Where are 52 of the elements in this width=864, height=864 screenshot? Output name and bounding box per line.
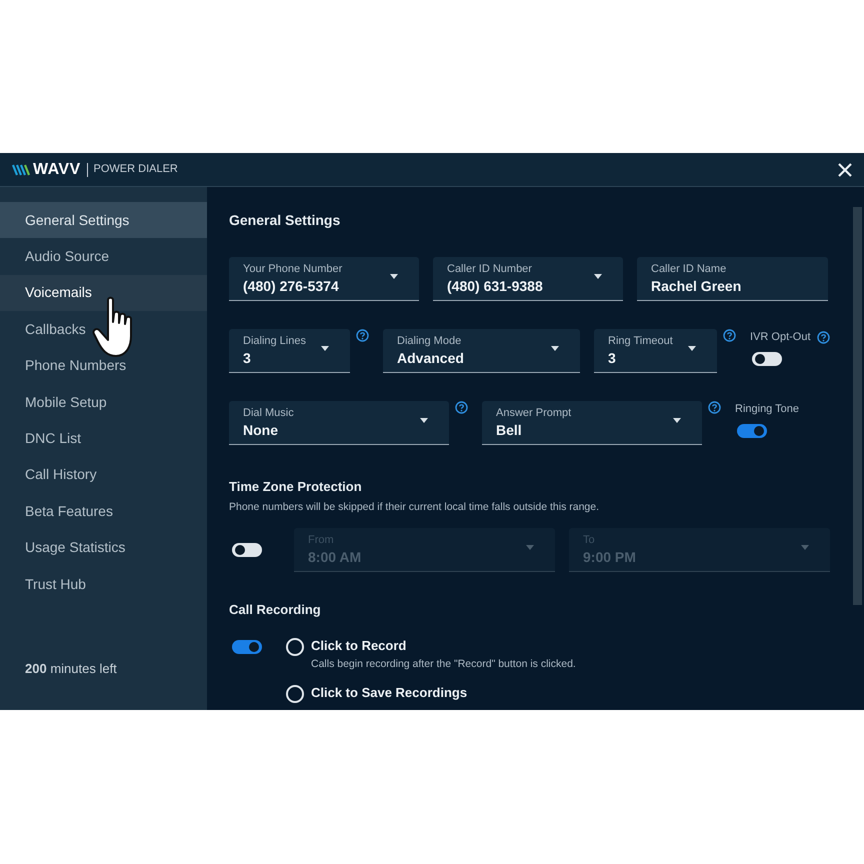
dropdown-field[interactable]: Your Phone Number (480) 276-5374 — [229, 257, 419, 301]
dropdown-field[interactable]: Answer Prompt Bell — [482, 401, 702, 445]
help-icon[interactable] — [455, 401, 468, 414]
toggle-label: IVR Opt-Out — [750, 330, 811, 345]
dropdown-field[interactable]: Ring Timeout 3 — [594, 329, 717, 373]
help-icon[interactable] — [723, 329, 736, 342]
sidebar-item[interactable]: General Settings — [0, 202, 207, 238]
help-icon[interactable] — [708, 401, 721, 414]
sidebar-item[interactable]: Mobile Setup — [0, 384, 207, 420]
sidebar-item[interactable]: Audio Source — [0, 238, 207, 275]
dropdown-arrow-icon — [673, 418, 681, 423]
dropdown-arrow-icon — [390, 274, 398, 279]
option-description: Calls begin recording after the "Record" button is clicked. — [311, 656, 576, 672]
dropdown-arrow-icon — [594, 274, 602, 279]
section-heading: Call Recording — [229, 601, 322, 620]
sidebar-item[interactable]: Beta Features — [0, 493, 207, 530]
dropdown-arrow-icon — [420, 418, 428, 423]
radio-button[interactable] — [286, 684, 304, 702]
logo-icon — [12, 164, 32, 176]
product-name: POWER DIALER — [94, 162, 178, 178]
radio-button[interactable] — [286, 638, 304, 656]
help-icon[interactable] — [816, 330, 830, 344]
dropdown-arrow-icon — [321, 346, 329, 351]
section-heading: Time Zone Protection — [229, 478, 363, 496]
option-label: Click to Record — [311, 638, 408, 654]
dropdown-field[interactable]: Dial Music None — [229, 401, 449, 445]
toggle-switch[interactable] — [232, 543, 262, 558]
sidebar-item[interactable]: Callbacks — [0, 311, 207, 348]
sidebar-item[interactable]: Usage Statistics — [0, 530, 207, 566]
sidebar-item[interactable]: DNC List — [0, 420, 207, 457]
sidebar-item[interactable]: Phone Numbers — [0, 348, 207, 384]
option-label: Click to Save Recordings — [311, 684, 468, 700]
section-description: Phone numbers will be skipped if their current local time falls outside this range. — [229, 500, 600, 514]
text-field[interactable]: Caller ID Name Rachel Green — [637, 257, 828, 301]
toggle-switch[interactable] — [232, 640, 262, 654]
sidebar-item[interactable]: Voicemails — [0, 274, 207, 312]
sidebar-item[interactable]: Call History — [0, 456, 207, 494]
help-icon[interactable] — [356, 329, 369, 342]
dropdown-field[interactable]: Caller ID Number (480) 631-9388 — [433, 257, 623, 301]
section-title: General Settings — [229, 211, 342, 230]
toggle-switch[interactable] — [752, 352, 782, 366]
toggle-switch[interactable] — [737, 424, 767, 438]
dropdown-field[interactable]: Dialing Lines 3 — [229, 329, 350, 373]
dropdown-arrow-icon — [688, 346, 696, 351]
dropdown-arrow-icon — [801, 545, 809, 550]
dropdown-field[interactable]: Dialing Mode Advanced — [383, 329, 580, 373]
minutes-left: 200 minutes left — [24, 660, 118, 678]
sidebar-item[interactable]: Trust Hub — [0, 566, 207, 602]
logo-text: WAVV — [33, 160, 81, 180]
toggle-label: Ringing Tone — [735, 402, 800, 417]
dropdown-arrow-icon — [551, 346, 559, 351]
dropdown-arrow-icon — [526, 545, 534, 550]
